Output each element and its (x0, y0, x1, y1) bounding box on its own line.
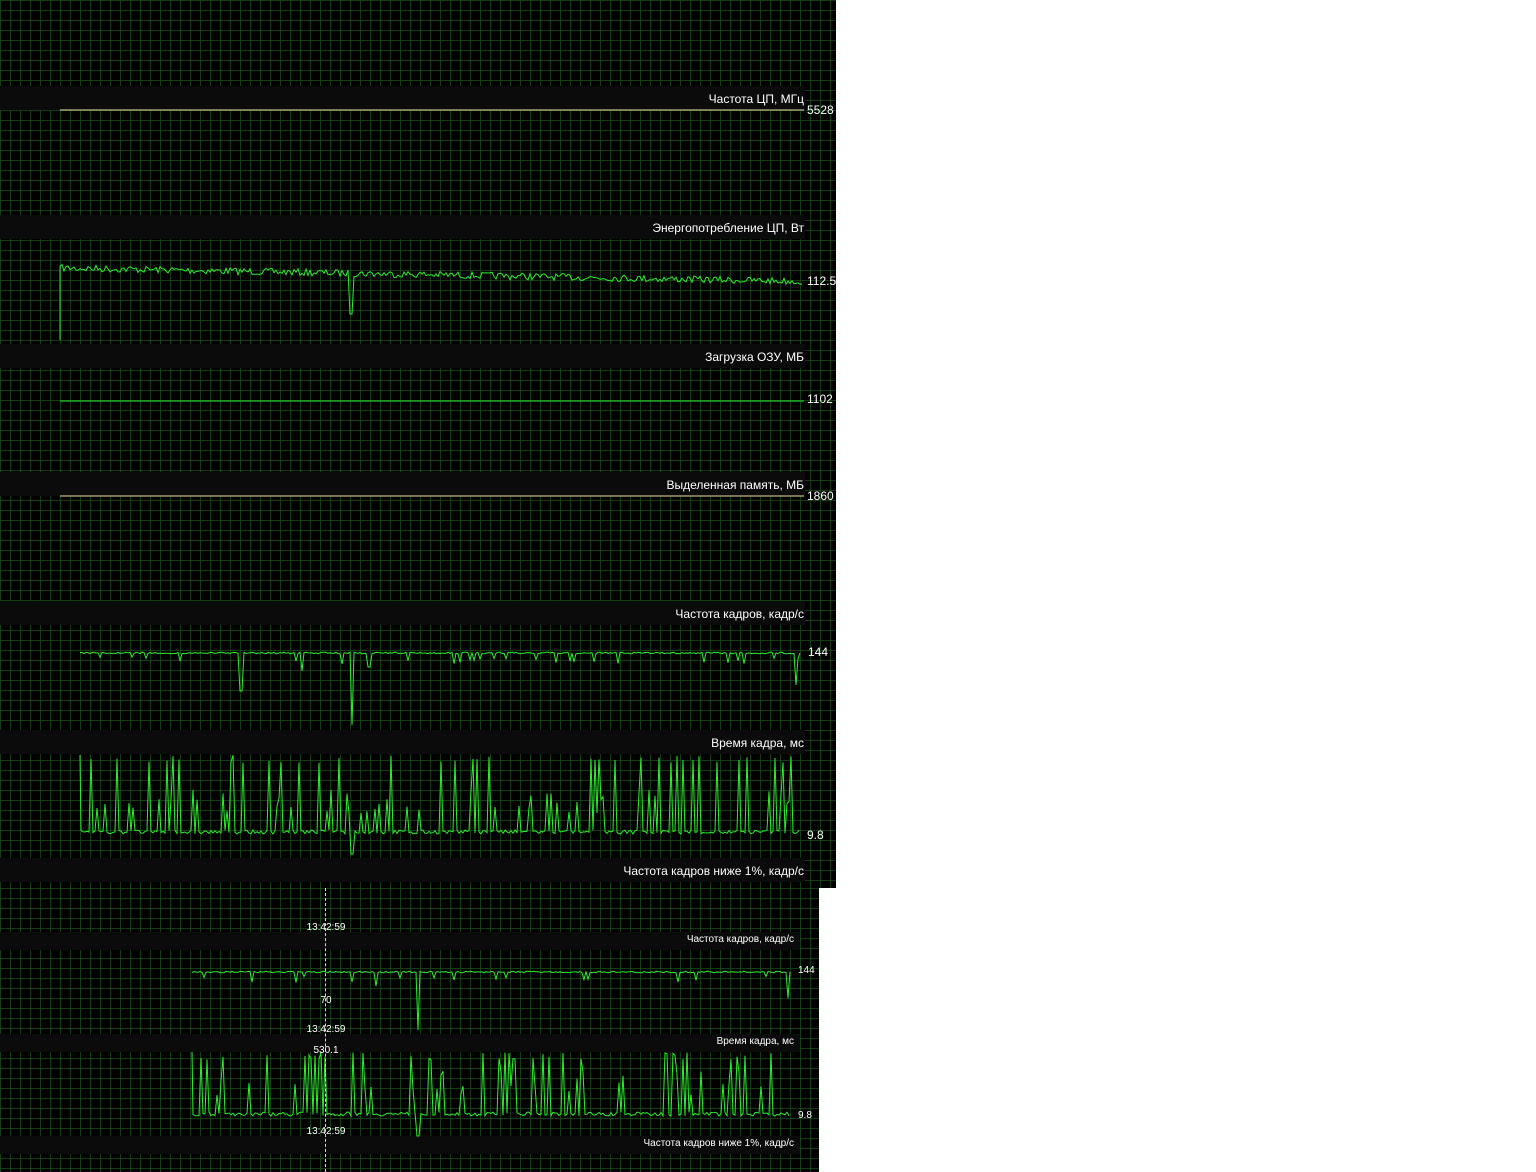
graph-label-cpu-clock: Частота ЦП, МГц (708, 92, 804, 106)
cursor-value-frametime: 530.1 (313, 1045, 339, 1056)
graph-label-framerate: Частота кадров, кадр/с (675, 607, 804, 621)
graph-label-cpu-power: Энергопотребление ЦП, Вт (652, 221, 804, 235)
monitoring-graph-panel: Частота ЦП, МГц 5528 Энергопотребление Ц… (0, 0, 836, 888)
graph-label-framerate-1-percent-low: Частота кадров ниже 1%, кадр/с (623, 864, 804, 878)
graph-value-framerate: 144 (798, 965, 815, 976)
frametime-trace (191, 1051, 790, 1137)
monitoring-graph-panel-zoomed: 13:42:59 Частота кадров, кадр/с 144 70 1… (0, 888, 819, 1172)
traces-layer (191, 970, 791, 1137)
cursor-timestamp: 13:42:59 (306, 922, 346, 933)
cursor-value-framerate: 70 (320, 995, 332, 1006)
graph-value-frametime: 9.8 (807, 828, 824, 842)
graph-value-cpu-clock: 5528 (807, 103, 834, 117)
traces-layer (59, 109, 804, 855)
cpu-power-trace (59, 263, 803, 340)
graph-value-framerate: 144 (808, 645, 829, 659)
graph-label-ram-usage: Загрузка ОЗУ, МБ (705, 350, 804, 364)
framerate-trace (79, 651, 801, 726)
graph-value-cpu-power: 112.5 (807, 274, 836, 288)
graph-value-committed-memory: 1860 (807, 489, 834, 503)
graph-label-frametime: Время кадра, мс (711, 736, 804, 750)
framerate-trace (191, 970, 791, 1031)
graph-value-frametime: 9.8 (798, 1110, 812, 1121)
graph-label-framerate-1-percent-low: Частота кадров ниже 1%, кадр/с (643, 1138, 794, 1149)
cursor-timestamp: 13:42:59 (306, 1126, 346, 1137)
graph-label-frametime: Время кадра, мс (716, 1036, 794, 1047)
graph-label-framerate: Частота кадров, кадр/с (686, 934, 794, 945)
frametime-trace (79, 754, 800, 855)
graph-label-committed-memory: Выделенная память, МБ (666, 478, 804, 492)
cursor-timestamp: 13:42:59 (306, 1024, 346, 1035)
graph-value-ram-usage: 1102 (807, 392, 833, 406)
